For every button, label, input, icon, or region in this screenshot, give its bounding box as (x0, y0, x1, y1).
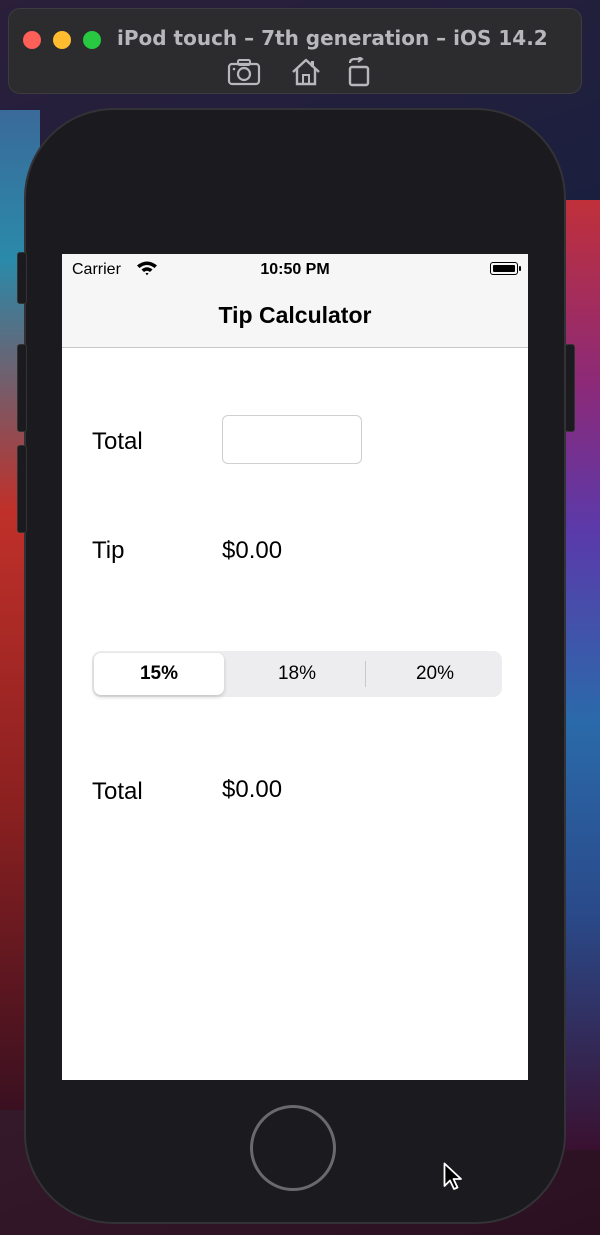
total-label: Total (92, 428, 143, 455)
simulator-title-bar: iPod touch – 7th generation – iOS 14.2 (8, 8, 582, 94)
page-title: Tip Calculator (218, 302, 372, 328)
segment-20-percent[interactable]: 20% (370, 653, 500, 695)
zoom-window-button[interactable] (83, 31, 101, 49)
status-bar: Carrier 10:50 PM (62, 254, 528, 284)
screenshot-button[interactable] (227, 57, 261, 87)
battery-level (493, 265, 515, 272)
segment-divider (365, 661, 366, 687)
volume-up-button[interactable] (17, 344, 27, 432)
simulator-title: iPod touch – 7th generation – iOS 14.2 (117, 26, 548, 50)
mouse-cursor-icon (443, 1162, 462, 1190)
segment-15-percent[interactable]: 15% (94, 653, 224, 695)
close-window-button[interactable] (23, 31, 41, 49)
device-screen: Carrier 10:50 PM Tip Calculator Total Ti… (62, 254, 528, 1080)
rotate-button[interactable] (344, 55, 378, 87)
device-home-button[interactable] (250, 1105, 336, 1191)
home-icon (292, 58, 320, 86)
status-time: 10:50 PM (260, 261, 330, 278)
segment-18-percent[interactable]: 18% (232, 653, 362, 695)
tip-percentage-control: 15% 18% 20% (92, 651, 502, 697)
camera-icon (227, 59, 261, 86)
grand-total-label: Total (92, 778, 143, 805)
tip-label: Tip (92, 537, 125, 564)
home-button-tool[interactable] (289, 57, 323, 87)
navigation-bar: Tip Calculator (62, 284, 528, 348)
volume-down-button[interactable] (17, 445, 27, 533)
grand-total-amount: $0.00 (222, 776, 283, 803)
mute-switch[interactable] (17, 252, 27, 304)
rotate-icon (348, 55, 370, 87)
total-input[interactable] (222, 415, 362, 464)
minimize-window-button[interactable] (53, 31, 71, 49)
power-button[interactable] (565, 344, 575, 432)
battery-icon (490, 262, 521, 275)
tip-amount: $0.00 (222, 537, 283, 564)
